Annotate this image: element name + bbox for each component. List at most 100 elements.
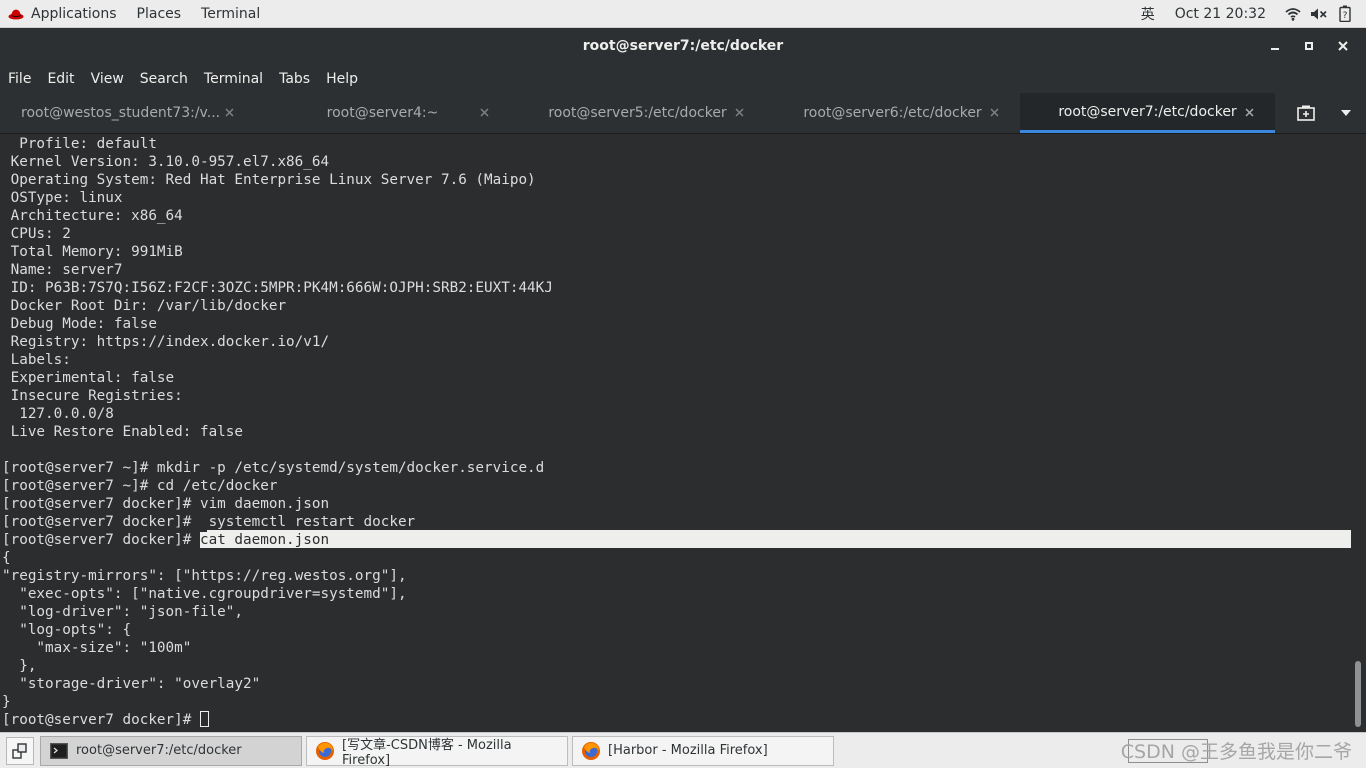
terminal-line: Debug Mode: false: [2, 316, 157, 332]
taskbar-item-firefox-harbor[interactable]: [Harbor - Mozilla Firefox]: [572, 735, 834, 766]
prompt: [root@server7 docker]#: [2, 532, 200, 548]
menu-help[interactable]: Help: [318, 64, 366, 93]
window-controls: [1258, 28, 1360, 64]
highlighted-command: cat daemon.json: [199, 532, 330, 548]
firefox-icon: [315, 741, 335, 761]
close-icon: [1244, 107, 1254, 117]
terminal-line: [root@server7 docker]#: [2, 711, 1352, 729]
taskbar-item-label: root@server7:/etc/docker: [76, 743, 242, 758]
terminal-line: Live Restore Enabled: false: [2, 424, 244, 440]
window-title: root@server7:/etc/docker: [582, 38, 784, 54]
tab-bar: root@westos_student73:/v... root@server4…: [0, 93, 1366, 134]
input-method-indicator[interactable]: 英: [1141, 4, 1155, 24]
tab-close-button[interactable]: [221, 104, 237, 120]
bottom-taskbar: root@server7:/etc/docker [写文章-CSDN博客 - M…: [0, 732, 1366, 768]
terminal-line: Architecture: x86_64: [2, 208, 183, 224]
close-icon: [989, 107, 999, 117]
terminal-line: Profile: default: [2, 136, 157, 152]
menu-tabs[interactable]: Tabs: [271, 64, 318, 93]
tab-server4[interactable]: root@server4:~: [255, 93, 510, 133]
terminal-line: Operating System: Red Hat Enterprise Lin…: [2, 172, 536, 188]
terminal-line: ID: P63B:7S7Q:I56Z:F2CF:3OZC:5MPR:PK4M:6…: [2, 280, 553, 296]
battery-icon[interactable]: ?: [1336, 5, 1354, 23]
top-panel: Applications Places Terminal 英 Oct 21 20…: [0, 0, 1366, 28]
close-button[interactable]: [1326, 28, 1360, 64]
menu-edit[interactable]: Edit: [39, 64, 82, 93]
terminal-icon: [49, 741, 69, 761]
menu-file[interactable]: File: [0, 64, 39, 93]
tab-server6[interactable]: root@server6:/etc/docker: [765, 93, 1020, 133]
menu-search[interactable]: Search: [132, 64, 196, 93]
tab-label: root@server5:/etc/docker: [548, 105, 727, 121]
taskbar-item-terminal[interactable]: root@server7:/etc/docker: [40, 735, 302, 766]
terminal-line: {: [2, 550, 11, 566]
terminal-line: },: [2, 658, 37, 674]
menu-terminal[interactable]: Terminal: [196, 64, 271, 93]
terminal-line: Total Memory: 991MiB: [2, 244, 183, 260]
volume-icon[interactable]: [1310, 5, 1328, 23]
terminal-line: "exec-opts": ["native.cgroupdriver=syste…: [2, 586, 407, 602]
clock[interactable]: Oct 21 20:32: [1175, 6, 1266, 22]
watermark: CSDN @王多鱼我是你二爷: [1120, 741, 1352, 763]
close-icon: [1338, 41, 1348, 51]
terminal-line: 127.0.0.0/8: [2, 406, 114, 422]
tab-close-button[interactable]: [731, 104, 747, 120]
terminal-line: [root@server7 ~]# mkdir -p /etc/systemd/…: [2, 460, 545, 476]
tabs-menu-button[interactable]: [1326, 93, 1366, 133]
window-switch-icon: [12, 742, 27, 759]
terminal-line: [root@server7 ~]# cd /etc/docker: [2, 478, 278, 494]
terminal-line: Kernel Version: 3.10.0-957.el7.x86_64: [2, 154, 330, 170]
tab-close-button[interactable]: [986, 104, 1002, 120]
tab-westos-student73[interactable]: root@westos_student73:/v...: [0, 93, 255, 133]
terminal-line: Name: server7: [2, 262, 123, 278]
window-titlebar[interactable]: root@server7:/etc/docker: [0, 28, 1366, 64]
menu-bar: File Edit View Search Terminal Tabs Help: [0, 64, 1366, 93]
menu-view[interactable]: View: [83, 64, 132, 93]
terminal-output: Profile: default Kernel Version: 3.10.0-…: [2, 135, 1352, 729]
terminal-line: Experimental: false: [2, 370, 175, 386]
new-tab-icon: [1297, 105, 1315, 121]
terminal-line: Docker Root Dir: /var/lib/docker: [2, 298, 287, 314]
terminal-line: Insecure Registries:: [2, 388, 183, 404]
terminal-line: [root@server7 docker]# systemctl restart…: [2, 514, 416, 530]
tab-tools: [1286, 93, 1366, 133]
maximize-button[interactable]: [1292, 28, 1326, 64]
prompt: [root@server7 docker]#: [2, 712, 200, 728]
tab-label: root@westos_student73:/v...: [21, 105, 221, 121]
tab-server5[interactable]: root@server5:/etc/docker: [510, 93, 765, 133]
places-menu[interactable]: Places: [127, 0, 192, 27]
tab-label: root@server7:/etc/docker: [1058, 103, 1237, 120]
terminal-line: }: [2, 694, 11, 710]
terminal-line: "storage-driver": "overlay2": [2, 676, 261, 692]
close-icon: [479, 107, 489, 117]
tab-close-button[interactable]: [476, 104, 492, 120]
scrollbar-thumb[interactable]: [1355, 661, 1361, 727]
terminal-line: Labels:: [2, 352, 71, 368]
terminal-view[interactable]: Profile: default Kernel Version: 3.10.0-…: [0, 134, 1366, 732]
terminal-app-menu[interactable]: Terminal: [191, 0, 270, 27]
tab-label: root@server6:/etc/docker: [803, 105, 982, 121]
tab-label: root@server4:~: [326, 105, 439, 121]
minimize-icon: [1271, 48, 1279, 50]
applications-menu[interactable]: Applications: [0, 0, 127, 27]
minimize-button[interactable]: [1258, 28, 1292, 64]
new-tab-button[interactable]: [1286, 93, 1326, 133]
chevron-down-icon: [1341, 110, 1351, 116]
wifi-icon[interactable]: [1284, 5, 1302, 23]
taskbar-item-label: [写文章-CSDN博客 - Mozilla Firefox]: [342, 737, 512, 768]
show-desktop-button[interactable]: [6, 736, 34, 765]
tab-close-button[interactable]: [1241, 104, 1257, 120]
terminal-line: [root@server7 docker]# vim daemon.json: [2, 496, 330, 512]
maximize-icon: [1305, 42, 1313, 50]
terminal-line: OSType: linux: [2, 190, 123, 206]
redhat-icon: [8, 9, 24, 19]
tab-server7[interactable]: root@server7:/etc/docker: [1020, 93, 1275, 133]
terminal-line: CPUs: 2: [2, 226, 71, 242]
terminal-line: "max-size": "100m": [2, 640, 192, 656]
taskbar-item-firefox-csdn[interactable]: [写文章-CSDN博客 - Mozilla Firefox]: [306, 735, 568, 768]
close-icon: [224, 107, 234, 117]
terminal-line: "log-opts": {: [2, 622, 132, 638]
terminal-scrollbar[interactable]: [1354, 134, 1362, 732]
firefox-icon: [581, 741, 601, 761]
